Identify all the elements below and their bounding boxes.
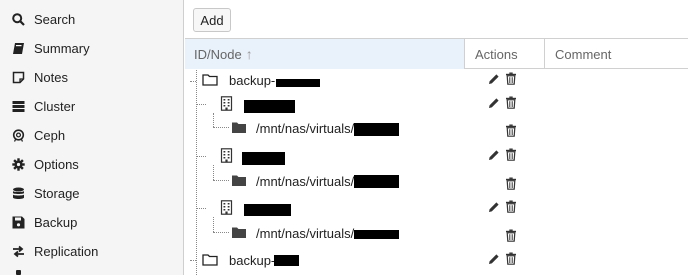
sidebar-item-label: Notes xyxy=(34,70,68,85)
sort-ascending-icon: ↑ xyxy=(245,46,253,62)
floppy-icon xyxy=(11,216,25,230)
sidebar-item-label: Backup xyxy=(34,215,78,230)
folder-icon xyxy=(231,226,247,242)
trash-icon[interactable] xyxy=(505,177,517,193)
column-header-label: ID/Node xyxy=(194,46,242,62)
sidebar-item-ceph[interactable]: Ceph xyxy=(0,121,184,150)
ceph-icon xyxy=(11,129,25,143)
trash-icon[interactable] xyxy=(505,124,517,140)
sidebar-item-label: Search xyxy=(34,12,76,27)
folder-icon xyxy=(231,121,247,137)
sidebar-item-options[interactable]: Options xyxy=(0,150,184,179)
replication-icon xyxy=(11,245,25,259)
folder-open-icon xyxy=(202,73,218,89)
database-icon xyxy=(11,187,25,201)
building-icon xyxy=(220,148,233,166)
redacted-text xyxy=(276,79,320,87)
trash-icon[interactable] xyxy=(505,148,517,164)
notes-icon xyxy=(11,71,25,85)
tree-row-label: backup- xyxy=(229,73,276,88)
trash-icon[interactable] xyxy=(505,229,517,245)
sidebar-item-label: Replication xyxy=(34,244,99,259)
column-header-label: Comment xyxy=(555,46,612,62)
grid-header: ID/Node ↑ Actions Comment xyxy=(185,39,688,69)
toolbar: Add xyxy=(185,0,688,39)
add-button[interactable]: Add xyxy=(193,8,231,32)
tree-row-node[interactable] xyxy=(185,196,688,222)
gear-icon xyxy=(11,158,25,172)
sidebar-item-storage[interactable]: Storage xyxy=(0,179,184,208)
trash-icon[interactable] xyxy=(505,200,517,216)
trash-icon[interactable] xyxy=(505,96,517,112)
sidebar-item-search[interactable]: Search xyxy=(0,5,184,34)
edit-pencil-icon[interactable] xyxy=(488,73,500,88)
tree-row-backup-group[interactable]: backup- xyxy=(185,248,688,274)
sidebar-item-notes[interactable]: Notes xyxy=(0,63,184,92)
edit-pencil-icon[interactable] xyxy=(488,253,500,268)
sidebar-item-label: Summary xyxy=(34,41,90,56)
sidebar-item-label: Storage xyxy=(34,186,80,201)
folder-open-icon xyxy=(202,253,218,269)
book-icon xyxy=(11,42,25,56)
trash-icon[interactable] xyxy=(505,72,517,88)
column-header-actions[interactable]: Actions xyxy=(465,39,545,69)
column-header-label: Actions xyxy=(475,46,518,62)
sidebar-item-backup[interactable]: Backup xyxy=(0,208,184,237)
redacted-text xyxy=(354,123,399,136)
building-icon xyxy=(220,96,233,114)
tree-row-directory[interactable]: /mnt/nas/virtuals/ xyxy=(185,116,688,142)
sidebar-item-replication[interactable]: Replication xyxy=(0,237,184,266)
column-header-id-node[interactable]: ID/Node ↑ xyxy=(185,39,465,69)
sidebar-item-label: Options xyxy=(34,157,79,172)
redacted-text xyxy=(242,152,285,165)
sidebar-item-cluster[interactable]: Cluster xyxy=(0,92,184,121)
search-icon xyxy=(11,13,25,27)
tree-row-label: /mnt/nas/virtuals/ xyxy=(256,174,355,189)
sidebar-item-label: Cluster xyxy=(34,99,76,114)
edit-pencil-icon[interactable] xyxy=(488,97,500,112)
trash-icon[interactable] xyxy=(505,252,517,268)
server-icon xyxy=(11,100,25,114)
redacted-text xyxy=(244,204,291,216)
main-panel: Add ID/Node ↑ Actions Comment backup- /m… xyxy=(185,0,688,275)
folder-icon xyxy=(231,174,247,190)
tree-row-label: /mnt/nas/virtuals/ xyxy=(256,121,355,136)
tree-row-label: /mnt/nas/virtuals/ xyxy=(256,226,355,241)
redacted-text xyxy=(354,230,399,239)
tree-row-node[interactable] xyxy=(185,144,688,170)
redacted-text xyxy=(244,100,295,113)
sidebar-item-summary[interactable]: Summary xyxy=(0,34,184,63)
tree-row-directory[interactable]: /mnt/nas/virtuals/ xyxy=(185,169,688,195)
sidebar-item-label: Ceph xyxy=(34,128,66,143)
building-icon xyxy=(220,200,233,218)
sidebar-overflow-indicator xyxy=(16,270,21,275)
tree-row-label: backup- xyxy=(229,253,276,268)
edit-pencil-icon[interactable] xyxy=(488,149,500,164)
sidebar: Search Summary Notes Cluster Ceph Option… xyxy=(0,0,184,275)
tree-row-directory[interactable]: /mnt/nas/virtuals/ xyxy=(185,221,688,247)
edit-pencil-icon[interactable] xyxy=(488,201,500,216)
redacted-text xyxy=(354,175,399,188)
column-header-comment[interactable]: Comment xyxy=(545,39,688,69)
tree-row-backup-group[interactable]: backup- xyxy=(185,68,688,94)
redacted-text xyxy=(274,255,299,266)
tree-row-node[interactable] xyxy=(185,92,688,118)
